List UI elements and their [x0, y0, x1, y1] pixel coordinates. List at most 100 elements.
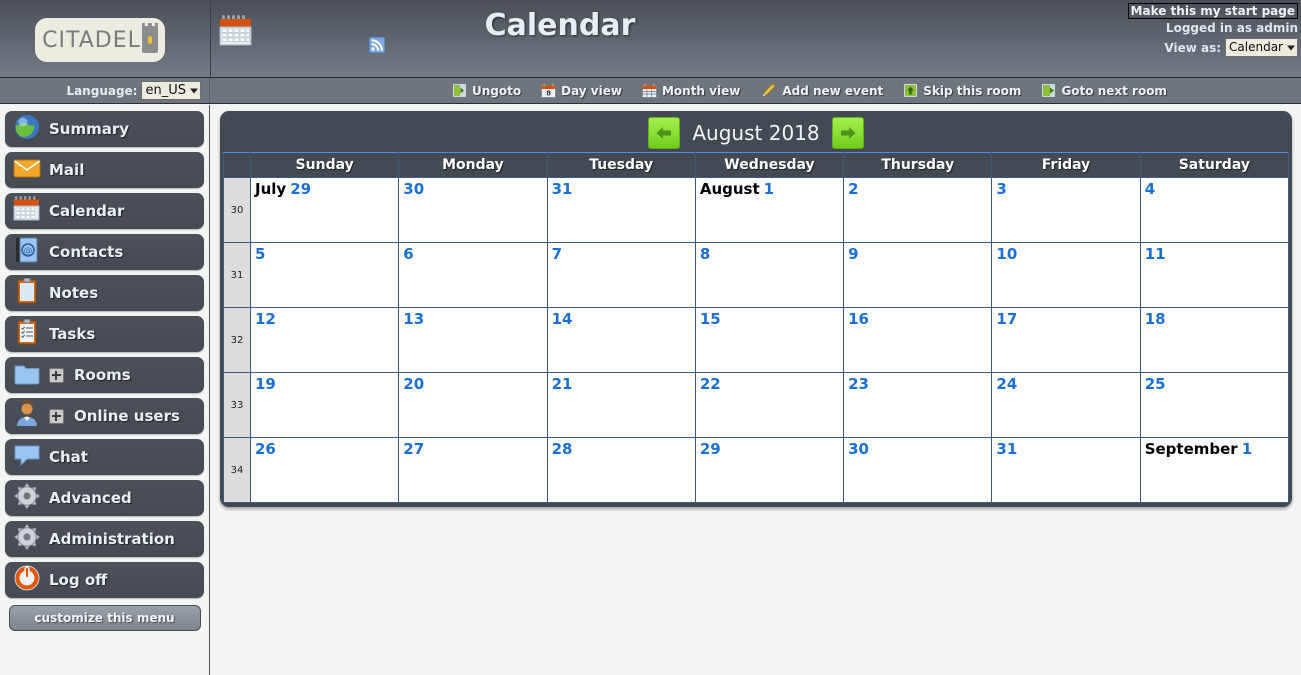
- day-number-link[interactable]: 4: [1145, 180, 1155, 198]
- calendar-day-cell[interactable]: August 1: [694, 177, 845, 243]
- calendar-day-cell[interactable]: 15: [694, 307, 845, 373]
- calendar-day-cell[interactable]: 25: [1139, 372, 1290, 438]
- day-number-link[interactable]: 1: [764, 180, 774, 198]
- sidebar-item-mail[interactable]: Mail: [5, 152, 204, 188]
- rss-icon[interactable]: [368, 36, 386, 57]
- toolbar-item-add-new-event[interactable]: Add new event: [760, 82, 883, 99]
- calendar-day-cell[interactable]: 13: [398, 307, 548, 373]
- calendar-day-cell[interactable]: 5: [249, 242, 400, 308]
- calendar-day-cell[interactable]: 27: [398, 437, 548, 503]
- day-number-link[interactable]: 12: [255, 310, 276, 328]
- week-number-cell: 34: [223, 437, 251, 503]
- calendar-day-cell[interactable]: 2: [843, 177, 993, 243]
- language-select[interactable]: en_US: [141, 81, 201, 100]
- day-number-link[interactable]: 24: [996, 375, 1017, 393]
- calendar-day-cell[interactable]: 14: [546, 307, 696, 373]
- day-number-link[interactable]: 15: [700, 310, 721, 328]
- day-number-link[interactable]: 18: [1145, 310, 1166, 328]
- day-number-link[interactable]: 19: [255, 375, 276, 393]
- day-number-link[interactable]: 14: [552, 310, 573, 328]
- day-number-link[interactable]: 29: [290, 180, 311, 198]
- calendar-day-cell[interactable]: 24: [991, 372, 1141, 438]
- day-number-link[interactable]: 29: [700, 440, 721, 458]
- calendar-day-cell[interactable]: 23: [843, 372, 993, 438]
- sidebar-item-online-users[interactable]: Online users: [5, 398, 204, 434]
- toolbar-item-skip-this-room[interactable]: Skip this room: [903, 83, 1021, 98]
- calendar-day-cell[interactable]: 11: [1139, 242, 1290, 308]
- day-number-link[interactable]: 23: [848, 375, 869, 393]
- calendar-day-cell[interactable]: September 1: [1139, 437, 1290, 503]
- calendar-day-cell[interactable]: 9: [843, 242, 993, 308]
- day-number-link[interactable]: 28: [552, 440, 573, 458]
- sidebar-item-tasks[interactable]: Tasks: [5, 316, 204, 352]
- day-number-link[interactable]: 20: [403, 375, 424, 393]
- toolbar-item-ungoto[interactable]: Ungoto: [452, 83, 521, 98]
- calendar-day-cell[interactable]: 30: [398, 177, 548, 243]
- calendar-day-cell[interactable]: 8: [694, 242, 845, 308]
- day-number-link[interactable]: 22: [700, 375, 721, 393]
- day-number-link[interactable]: 2: [848, 180, 858, 198]
- day-number-link[interactable]: 26: [255, 440, 276, 458]
- calendar-day-cell[interactable]: 26: [249, 437, 400, 503]
- day-header-tuesday: Tuesday: [546, 152, 696, 178]
- day-number-link[interactable]: 5: [255, 245, 265, 263]
- calendar-day-cell[interactable]: 17: [991, 307, 1141, 373]
- next-month-button[interactable]: [831, 117, 864, 149]
- day-number-link[interactable]: 30: [848, 440, 869, 458]
- calendar-day-cell[interactable]: 20: [398, 372, 548, 438]
- toolbar-item-goto-next-room[interactable]: Goto next room: [1041, 83, 1167, 98]
- day-number-link[interactable]: 3: [996, 180, 1006, 198]
- sidebar-item-chat[interactable]: Chat: [5, 439, 204, 475]
- calendar-day-cell[interactable]: 3: [991, 177, 1141, 243]
- day-number-link[interactable]: 30: [403, 180, 424, 198]
- expand-plus-icon[interactable]: [49, 408, 64, 424]
- sidebar-item-rooms[interactable]: Rooms: [5, 357, 204, 393]
- calendar-day-cell[interactable]: 31: [546, 177, 696, 243]
- day-number-link[interactable]: 11: [1145, 245, 1166, 263]
- prev-month-button[interactable]: [648, 117, 681, 149]
- day-number-link[interactable]: 31: [996, 440, 1017, 458]
- expand-plus-icon[interactable]: [49, 367, 64, 383]
- day-number-link[interactable]: 25: [1145, 375, 1166, 393]
- day-number-link[interactable]: 8: [700, 245, 710, 263]
- calendar-day-cell[interactable]: 19: [249, 372, 400, 438]
- calendar-day-cell[interactable]: 6: [398, 242, 548, 308]
- sidebar-item-log-off[interactable]: Log off: [5, 562, 204, 598]
- toolbar-item-day-view[interactable]: 8 Day view: [541, 83, 622, 98]
- day-number-link[interactable]: 9: [848, 245, 858, 263]
- sidebar-item-administration[interactable]: Administration: [5, 521, 204, 557]
- make-start-page-link[interactable]: Make this my start page: [1127, 3, 1298, 19]
- calendar-day-cell[interactable]: 29: [694, 437, 845, 503]
- day-number-link[interactable]: 1: [1242, 440, 1252, 458]
- sidebar-item-contacts[interactable]: @ Contacts: [5, 234, 204, 270]
- calendar-day-cell[interactable]: 4: [1139, 177, 1290, 243]
- day-number-link[interactable]: 6: [403, 245, 413, 263]
- calendar-day-cell[interactable]: 21: [546, 372, 696, 438]
- calendar-day-cell[interactable]: 30: [843, 437, 993, 503]
- sidebar-item-advanced[interactable]: Advanced: [5, 480, 204, 516]
- day-number-link[interactable]: 13: [403, 310, 424, 328]
- day-number-link[interactable]: 31: [552, 180, 573, 198]
- day-number-link[interactable]: 27: [403, 440, 424, 458]
- day-number-link[interactable]: 10: [996, 245, 1017, 263]
- calendar-day-cell[interactable]: 12: [249, 307, 400, 373]
- view-as-select[interactable]: Calendar: [1225, 38, 1298, 57]
- calendar-day-cell[interactable]: 10: [991, 242, 1141, 308]
- toolbar-item-month-view[interactable]: Month view: [641, 83, 740, 98]
- sidebar-item-calendar[interactable]: Calendar: [5, 193, 204, 229]
- calendar-day-cell[interactable]: 16: [843, 307, 993, 373]
- calendar-day-cell[interactable]: 28: [546, 437, 696, 503]
- day-number-link[interactable]: 16: [848, 310, 869, 328]
- calendar-day-cell[interactable]: 18: [1139, 307, 1290, 373]
- day-number-link[interactable]: 21: [552, 375, 573, 393]
- day-number-link[interactable]: 7: [552, 245, 562, 263]
- calendar-day-cell[interactable]: 7: [546, 242, 696, 308]
- customize-menu-button[interactable]: customize this menu: [8, 605, 201, 631]
- sidebar-item-summary[interactable]: Summary: [5, 111, 204, 147]
- calendar-day-cell[interactable]: July 29: [249, 177, 400, 243]
- calendar-day-cell[interactable]: 22: [694, 372, 845, 438]
- sidebar-item-label: Online users: [74, 407, 180, 425]
- day-number-link[interactable]: 17: [996, 310, 1017, 328]
- calendar-day-cell[interactable]: 31: [991, 437, 1141, 503]
- sidebar-item-notes[interactable]: Notes: [5, 275, 204, 311]
